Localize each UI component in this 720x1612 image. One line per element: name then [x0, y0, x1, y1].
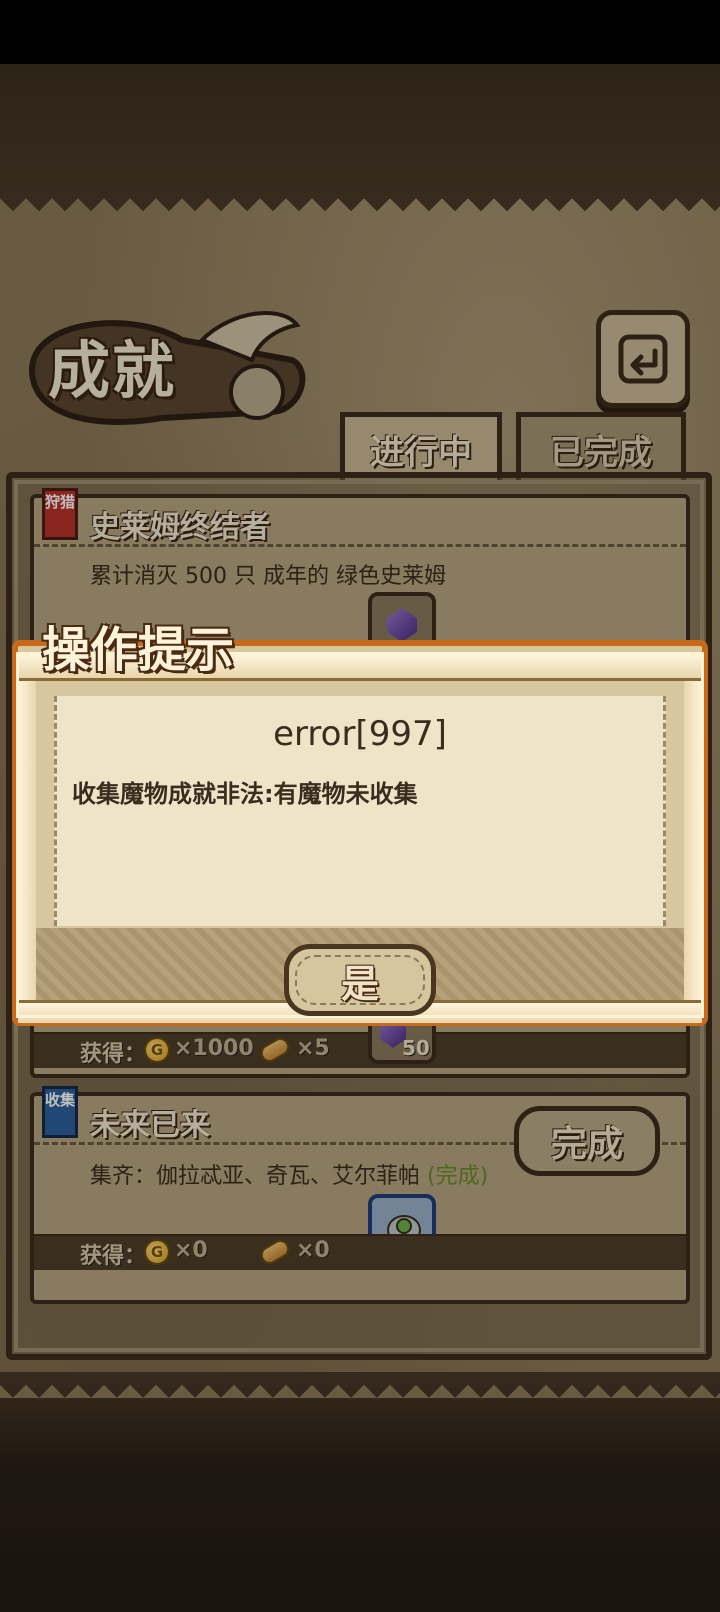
- confirm-button[interactable]: 是: [284, 944, 436, 1016]
- confirm-button-label: 是: [340, 961, 379, 1006]
- error-message: 收集魔物成就非法:有魔物未收集: [72, 780, 418, 808]
- dialog-title: 操作提示: [42, 622, 235, 678]
- error-code: error[997]: [273, 714, 447, 754]
